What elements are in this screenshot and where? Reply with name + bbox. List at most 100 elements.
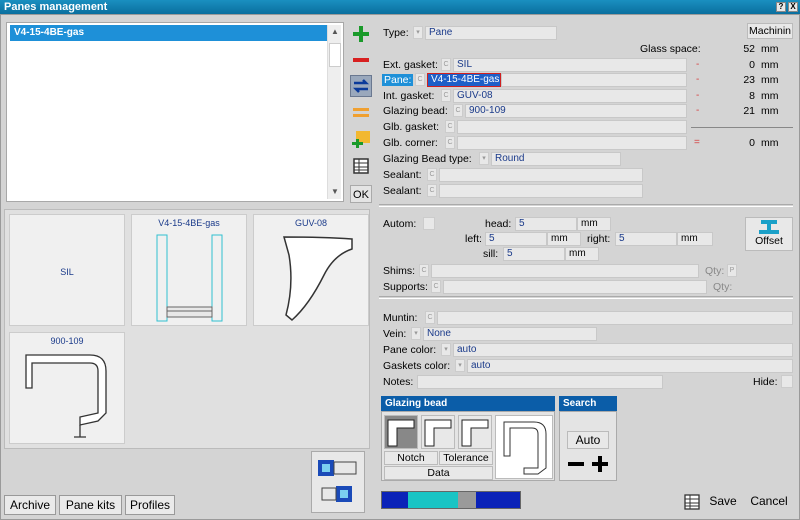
glazing-bead-type-label: Glazing Bead type: [383,153,472,165]
glb-corner-field[interactable] [457,136,687,150]
main-window: V4-15-4BE-gas ▲ ▼ OK SIL V4-15-4BE-gas G… [0,14,800,520]
glass-space-value: 52 [743,43,755,55]
pane-list[interactable]: V4-15-4BE-gas ▲ ▼ [6,22,344,202]
ok-button[interactable]: OK [350,185,372,203]
supports-toggle[interactable]: C [431,280,441,293]
glazing-bead-toggle[interactable]: C [453,104,463,117]
notch-button[interactable]: Notch [384,451,438,465]
tolerance-button[interactable]: Tolerance [439,451,493,465]
int-gasket-toggle[interactable]: C [441,89,451,102]
supports-qty-label: Qty: [713,281,733,293]
add-folder-icon [352,131,370,148]
add-folder-button[interactable] [350,127,372,149]
bead-shape-notch-button[interactable] [384,415,418,449]
glazing-bead-type-select[interactable]: Round [491,152,621,166]
shims-label: Shims: [383,265,416,277]
separator [379,296,793,299]
gallery-card[interactable]: GUV-08 [253,214,369,326]
shims-field[interactable] [431,264,699,278]
save-button[interactable]: Save [705,491,741,513]
scroll-thumb[interactable] [329,43,341,67]
sealant-field-2[interactable] [439,184,643,198]
pane-label: Pane: [382,74,414,86]
help-button[interactable]: ? [776,2,786,12]
gallery-card[interactable]: 900-109 [9,332,125,444]
assembly-diagram-icon[interactable] [311,451,365,513]
table-view-button[interactable] [683,493,701,511]
vein-select[interactable]: None [423,327,597,341]
offset-icon [759,220,779,234]
vein-toggle[interactable]: ▾ [411,327,421,340]
pane-toggle[interactable]: C [415,73,425,86]
left-field[interactable]: 5 [485,232,547,246]
head-field[interactable]: 5 [515,217,577,231]
right-unit: mm [677,232,713,246]
ext-gasket-dash: - [696,59,700,70]
sealant-field-1[interactable] [439,168,643,182]
pane-field-extra[interactable] [501,73,687,87]
swap-button[interactable] [350,75,372,97]
equal-button[interactable] [350,101,372,123]
shims-qty-toggle[interactable]: P [727,264,737,277]
type-select[interactable]: Pane [425,26,557,40]
notes-field[interactable] [417,375,663,389]
pane-field[interactable]: V4-15-4BE-gas [427,73,501,87]
add-button[interactable] [350,23,372,45]
gallery-card[interactable]: SIL [9,214,125,326]
gaskets-color-toggle[interactable]: ▾ [455,359,465,372]
pane-color-toggle[interactable]: ▾ [441,343,451,356]
pane-profile-icon [156,234,223,322]
data-button[interactable]: Data [384,466,493,480]
sill-field[interactable]: 5 [503,247,565,261]
int-gasket-field[interactable]: GUV-08 [453,89,687,103]
muntin-toggle[interactable]: C [425,311,435,324]
close-button[interactable]: X [788,2,798,12]
machining-button[interactable]: Machinin [747,23,793,39]
bead-shape-straight-button[interactable] [421,415,455,449]
table-button[interactable] [350,155,372,177]
sealant-toggle-1[interactable]: C [427,168,437,181]
glazing-bead-type-toggle[interactable]: ▾ [479,152,489,165]
sealant-label-2: Sealant: [383,185,422,197]
increase-button[interactable] [591,455,609,473]
table-icon [684,494,700,510]
pane-color-label: Pane color: [383,344,437,356]
cancel-button[interactable]: Cancel [745,491,793,513]
glazing-bead-field[interactable]: 900-109 [465,104,687,118]
delete-button[interactable] [350,49,372,71]
pane-kits-button[interactable]: Pane kits [59,495,122,515]
decrease-button[interactable] [567,455,585,473]
scroll-up-icon[interactable]: ▲ [328,25,342,39]
supports-field[interactable] [443,280,707,294]
list-item[interactable]: V4-15-4BE-gas [10,25,330,41]
type-dropdown-toggle[interactable]: ▾ [413,26,423,39]
auto-button[interactable]: Auto [567,431,609,449]
minus-icon [568,462,584,466]
glb-corner-mm: 0 [749,137,755,149]
glb-gasket-toggle[interactable]: C [445,120,455,133]
color-segment [458,492,476,508]
bead-shape-round-button[interactable] [458,415,492,449]
glb-corner-eq: = [694,137,700,148]
gaskets-color-select[interactable]: auto [467,359,793,373]
ext-gasket-toggle[interactable]: C [441,58,451,71]
glb-gasket-field[interactable] [457,120,687,134]
glb-corner-unit: mm [761,137,779,149]
glazing-bead-group-title: Glazing bead [381,396,555,411]
shims-toggle[interactable]: C [419,264,429,277]
ext-gasket-field[interactable]: SIL [453,58,687,72]
offset-button[interactable]: Offset [745,217,793,251]
pane-color-select[interactable]: auto [453,343,793,357]
autom-checkbox[interactable] [423,217,435,230]
color-segment [476,492,520,508]
muntin-field[interactable] [437,311,793,325]
sealant-toggle-2[interactable]: C [427,184,437,197]
hide-checkbox[interactable] [781,375,793,388]
list-scrollbar[interactable]: ▲ ▼ [327,25,341,199]
scroll-down-icon[interactable]: ▼ [328,185,342,199]
archive-button[interactable]: Archive [4,495,56,515]
right-field[interactable]: 5 [615,232,677,246]
gallery-card[interactable]: V4-15-4BE-gas [131,214,247,326]
profiles-button[interactable]: Profiles [125,495,175,515]
glb-corner-toggle[interactable]: C [445,136,455,149]
